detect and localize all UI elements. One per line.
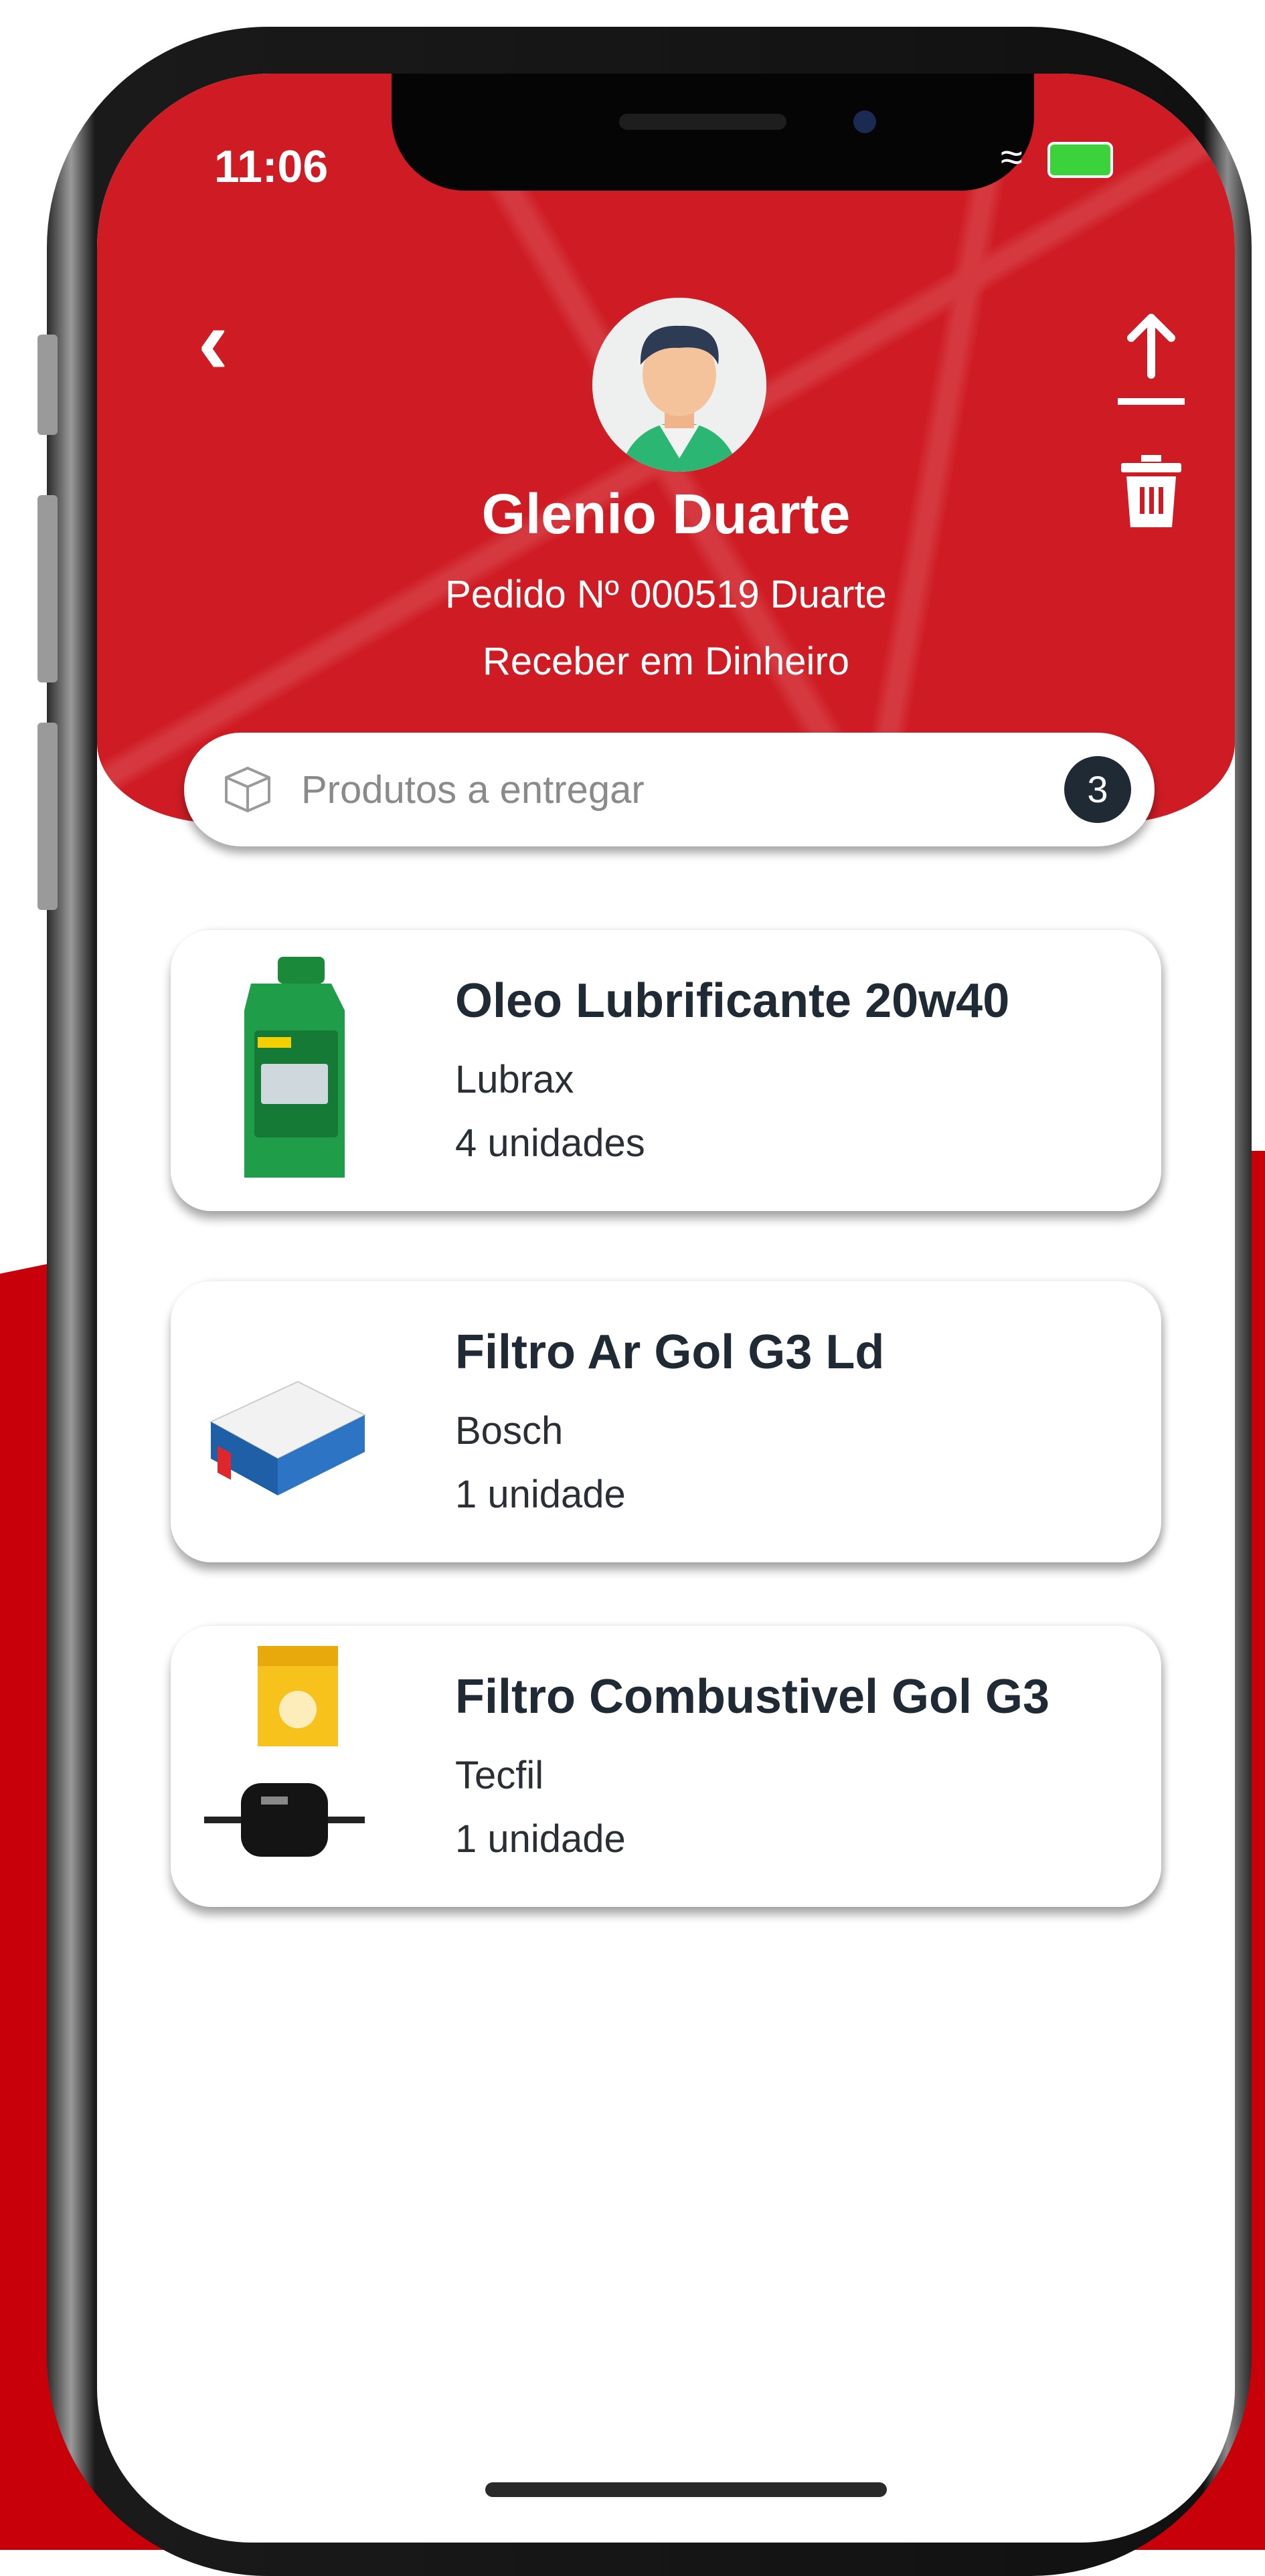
product-brand: Lubrax [455, 1058, 574, 1101]
avatar [592, 298, 766, 472]
product-card-oleo[interactable]: Oleo Lubrificante 20w40 Lubrax 4 unidade… [171, 930, 1161, 1211]
product-card-filtro-ar[interactable]: Filtro Ar Gol G3 Ld Bosch 1 unidade [171, 1281, 1161, 1562]
avatar-illustration [592, 298, 766, 472]
notch [392, 74, 1034, 191]
box-icon [225, 767, 270, 812]
back-chevron-icon[interactable]: ‹ [197, 294, 229, 388]
products-count-badge: 3 [1064, 756, 1131, 823]
volume-down-button [37, 723, 58, 910]
product-quantity: 4 unidades [455, 1121, 645, 1165]
search-placeholder: Produtos a entregar [301, 768, 645, 812]
phone-screen: 11:06 ≈ ‹ Glenio Duarte Pedido Nº 000519… [97, 74, 1235, 2543]
product-quantity: 1 unidade [455, 1473, 626, 1516]
product-image-air-filter [209, 1380, 367, 1495]
battery-icon [1047, 142, 1113, 179]
status-time: 11:06 [214, 141, 329, 192]
home-indicator[interactable] [485, 2482, 887, 2497]
product-quantity: 1 unidade [455, 1817, 626, 1861]
front-camera [853, 110, 876, 133]
payment-method: Receber em Dinheiro [482, 640, 850, 683]
wifi-icon: ≈ [1001, 134, 1029, 179]
product-name: Filtro Combustivel Gol G3 [455, 1670, 1050, 1724]
volume-up-button [37, 495, 58, 682]
speaker [619, 114, 786, 130]
mute-switch [37, 335, 58, 435]
product-image-fuel-filter [204, 1646, 365, 1857]
share-upload-icon[interactable] [1114, 308, 1188, 415]
product-brand: Tecfil [455, 1754, 544, 1797]
product-image-oil-bottle [244, 957, 345, 1178]
product-card-filtro-combustivel[interactable]: Filtro Combustivel Gol G3 Tecfil 1 unida… [171, 1626, 1161, 1907]
product-name: Filtro Ar Gol G3 Ld [455, 1325, 885, 1379]
products-search-bar[interactable]: Produtos a entregar 3 [184, 733, 1155, 846]
product-name: Oleo Lubrificante 20w40 [455, 974, 1010, 1028]
status-icons: ≈ [1001, 134, 1113, 180]
product-brand: Bosch [455, 1409, 564, 1453]
order-number: Pedido Nº 000519 Duarte [445, 573, 887, 616]
customer-name: Glenio Duarte [481, 482, 851, 545]
